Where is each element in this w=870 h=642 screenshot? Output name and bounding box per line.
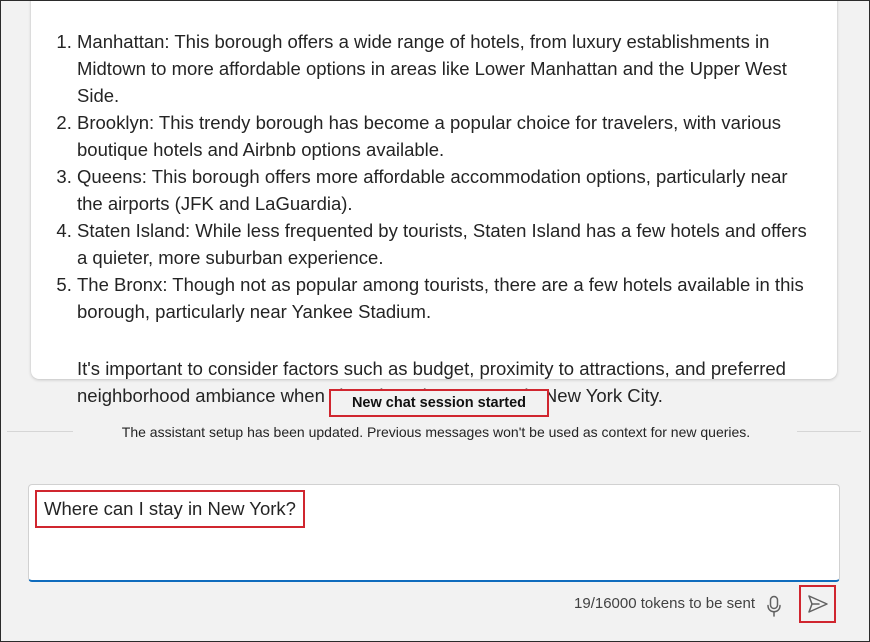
divider-right [797,431,861,432]
list-item: Queens: This borough offers more afforda… [77,163,817,217]
list-item: The Bronx: Though not as popular among t… [77,271,817,325]
list-item: Brooklyn: This trendy borough has become… [77,109,817,163]
token-count-status: 19/16000 tokens to be sent [574,595,755,612]
chat-input-box[interactable]: Where can I stay in New York? [28,484,840,582]
chat-input-text[interactable]: Where can I stay in New York? [35,490,305,528]
send-icon [807,595,828,613]
new-session-label: New chat session started [329,389,549,417]
send-button[interactable] [799,585,836,623]
list-item: Manhattan: This borough offers a wide ra… [77,28,817,109]
chat-window: Manhattan: This borough offers a wide ra… [0,0,870,642]
list-item: Staten Island: While less frequented by … [77,217,817,271]
session-update-note: The assistant setup has been updated. Pr… [121,424,751,440]
divider-left [7,431,73,432]
microphone-button[interactable] [763,594,785,618]
microphone-icon [767,595,781,617]
hotel-options-list: Manhattan: This borough offers a wide ra… [47,28,817,325]
